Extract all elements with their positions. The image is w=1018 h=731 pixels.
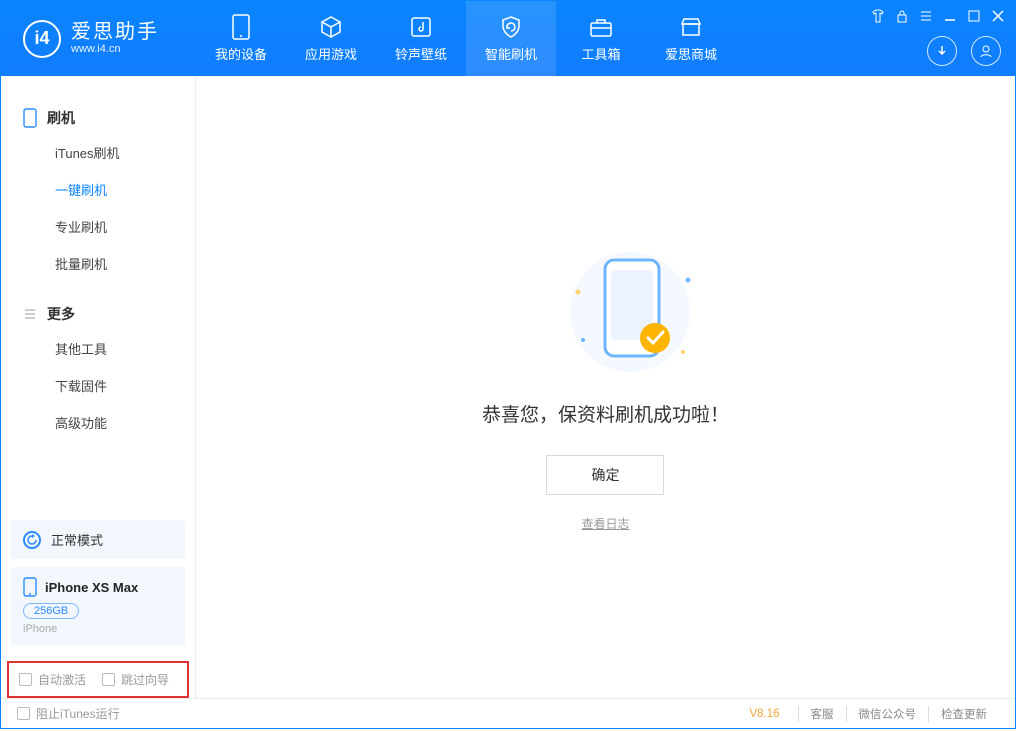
lock-icon[interactable] (895, 9, 909, 23)
device-storage: 256GB (23, 603, 79, 619)
app-window: i4 爱思助手 www.i4.cn 我的设备 应用游戏 铃声壁纸 智能刷机 工具… (0, 0, 1016, 729)
tab-store[interactable]: 爱思商城 (646, 1, 736, 76)
mode-label: 正常模式 (51, 530, 103, 549)
sidebar-item-batch-flash[interactable]: 批量刷机 (1, 245, 195, 282)
version-label: V8.16 (749, 708, 779, 720)
user-icon[interactable] (971, 36, 1001, 66)
app-url: www.i4.cn (71, 43, 159, 55)
checkbox-block-itunes[interactable]: 阻止iTunes运行 (17, 705, 120, 722)
sidebar-item-onekey-flash[interactable]: 一键刷机 (1, 171, 195, 208)
checkbox-auto-activate[interactable]: 自动激活 (19, 671, 86, 688)
confirm-button[interactable]: 确定 (546, 455, 664, 495)
tab-label: 铃声壁纸 (395, 44, 447, 63)
tab-ringtones-wallpapers[interactable]: 铃声壁纸 (376, 1, 466, 76)
sidebar-bottom: 正常模式 iPhone XS Max 256GB iPhone (1, 510, 195, 655)
header-actions (927, 36, 1001, 66)
body: 刷机 iTunes刷机 一键刷机 专业刷机 批量刷机 更多 其他工具 下载固件 … (1, 76, 1015, 698)
checkbox-skip-guide[interactable]: 跳过向导 (102, 671, 169, 688)
sidebar-item-pro-flash[interactable]: 专业刷机 (1, 208, 195, 245)
minimize-icon[interactable] (943, 9, 957, 23)
checkbox-icon (19, 673, 32, 686)
tab-label: 爱思商城 (665, 44, 717, 63)
device-icon (228, 14, 254, 40)
footer-link-update[interactable]: 检查更新 (928, 706, 999, 722)
sidebar-item-itunes-flash[interactable]: iTunes刷机 (1, 134, 195, 171)
music-note-icon (408, 14, 434, 40)
device-card[interactable]: iPhone XS Max 256GB iPhone (11, 567, 185, 645)
tab-label: 我的设备 (215, 44, 267, 63)
sidebar-item-download-firmware[interactable]: 下载固件 (1, 367, 195, 404)
tshirt-icon[interactable] (871, 9, 885, 23)
titlebar: i4 爱思助手 www.i4.cn 我的设备 应用游戏 铃声壁纸 智能刷机 工具… (1, 1, 1015, 76)
success-message: 恭喜您，保资料刷机成功啦！ (482, 400, 729, 427)
sidebar-section-flash: 刷机 iTunes刷机 一键刷机 专业刷机 批量刷机 (1, 94, 195, 290)
checkbox-label: 自动激活 (38, 671, 86, 688)
tab-label: 智能刷机 (485, 44, 537, 63)
device-type: iPhone (23, 623, 173, 635)
download-icon[interactable] (927, 36, 957, 66)
checkbox-icon (102, 673, 115, 686)
statusbar: 阻止iTunes运行 V8.16 客服 微信公众号 检查更新 (1, 698, 1015, 728)
tab-label: 应用游戏 (305, 44, 357, 63)
tab-apps-games[interactable]: 应用游戏 (286, 1, 376, 76)
tab-label: 工具箱 (581, 44, 620, 63)
success-illustration (545, 242, 665, 382)
cube-icon (318, 14, 344, 40)
logo-area: i4 爱思助手 www.i4.cn (1, 1, 196, 76)
view-log-link[interactable]: 查看日志 (482, 515, 729, 532)
sidebar-title-flash: 刷机 (1, 102, 195, 134)
checkbox-label: 阻止iTunes运行 (36, 705, 120, 722)
section-label: 刷机 (47, 108, 75, 128)
window-controls (871, 9, 1005, 23)
sidebar-scroll: 刷机 iTunes刷机 一键刷机 专业刷机 批量刷机 更多 其他工具 下载固件 … (1, 76, 195, 510)
checkbox-icon (17, 707, 30, 720)
refresh-icon (23, 531, 41, 549)
logo-text: 爱思助手 www.i4.cn (71, 21, 159, 55)
footer-link-support[interactable]: 客服 (798, 706, 846, 722)
highlighted-options: 自动激活 跳过向导 (7, 661, 189, 698)
app-title: 爱思助手 (71, 21, 159, 43)
sidebar-title-more: 更多 (1, 298, 195, 330)
app-logo-icon: i4 (23, 20, 61, 58)
list-icon (23, 307, 37, 321)
sidebar: 刷机 iTunes刷机 一键刷机 专业刷机 批量刷机 更多 其他工具 下载固件 … (1, 76, 196, 698)
footer-link-wechat[interactable]: 微信公众号 (846, 706, 929, 722)
phone-icon (23, 577, 37, 597)
toolbox-icon (588, 14, 614, 40)
sidebar-item-advanced[interactable]: 高级功能 (1, 404, 195, 441)
store-icon (678, 14, 704, 40)
tab-toolbox[interactable]: 工具箱 (556, 1, 646, 76)
section-label: 更多 (47, 304, 75, 324)
nav-tabs: 我的设备 应用游戏 铃声壁纸 智能刷机 工具箱 爱思商城 (196, 1, 736, 76)
device-name: iPhone XS Max (45, 580, 138, 595)
sidebar-section-more: 更多 其他工具 下载固件 高级功能 (1, 290, 195, 449)
success-panel: 恭喜您，保资料刷机成功啦！ 确定 查看日志 (482, 242, 729, 532)
tab-smart-flash[interactable]: 智能刷机 (466, 1, 556, 76)
main-content: 恭喜您，保资料刷机成功啦！ 确定 查看日志 (196, 76, 1015, 698)
checkbox-label: 跳过向导 (121, 671, 169, 688)
maximize-icon[interactable] (967, 9, 981, 23)
shield-refresh-icon (498, 14, 524, 40)
sidebar-item-other-tools[interactable]: 其他工具 (1, 330, 195, 367)
phone-outline-icon (23, 108, 37, 128)
mode-card[interactable]: 正常模式 (11, 520, 185, 559)
tab-my-device[interactable]: 我的设备 (196, 1, 286, 76)
menu-icon[interactable] (919, 9, 933, 23)
close-icon[interactable] (991, 9, 1005, 23)
